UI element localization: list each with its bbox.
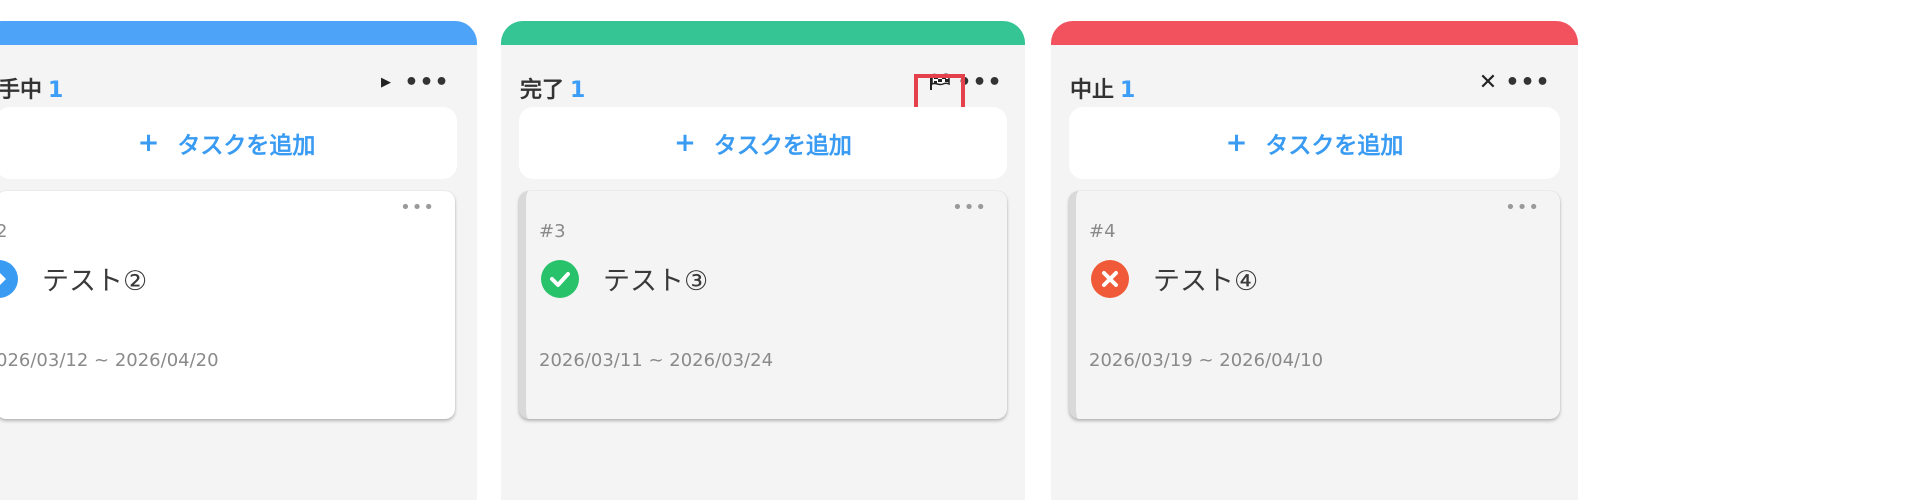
- column-more-button[interactable]: •••: [404, 68, 448, 96]
- task-card[interactable]: ••• 2 テスト② 026/03/12 ~ 2026/04/20: [0, 191, 455, 419]
- task-dates: 026/03/12 ~ 2026/04/20: [0, 350, 219, 371]
- play-icon[interactable]: ▶: [371, 68, 401, 96]
- column-title: 中止 1: [1070, 72, 1135, 104]
- task-title-row: テスト④: [1091, 259, 1258, 298]
- task-card[interactable]: ••• #4 テスト④ 2026/03/19 ~ 2026/04/10: [1069, 191, 1560, 419]
- add-task-label: タスクを追加: [713, 133, 852, 159]
- cancel-circle-icon: [1091, 259, 1129, 298]
- column-in-progress: 手中 1 ▶ ••• + タスクを追加 ••• 2 テスト② 026/03/12 …: [0, 21, 477, 500]
- add-task-label: タスクを追加: [1265, 133, 1404, 159]
- add-task-button[interactable]: + タスクを追加: [0, 107, 457, 179]
- card-more-button[interactable]: •••: [1505, 197, 1540, 218]
- column-count: 1: [48, 78, 64, 103]
- column-cancelled: 中止 1 ✕ ••• + タスクを追加 ••• #4 テスト④ 2026/03/1…: [1051, 21, 1578, 500]
- task-title: テスト③: [603, 266, 709, 297]
- task-title: テスト④: [1153, 266, 1259, 297]
- task-id: 2: [0, 221, 8, 242]
- task-title: テスト②: [42, 266, 148, 297]
- column-title-text: 中止: [1070, 78, 1115, 103]
- column-count: 1: [1120, 78, 1136, 103]
- in-progress-icon: [0, 259, 18, 298]
- plus-icon: +: [137, 128, 160, 158]
- task-id: #4: [1089, 221, 1116, 242]
- task-dates: 2026/03/11 ~ 2026/03/24: [539, 350, 774, 371]
- column-color-bar: [1051, 21, 1578, 45]
- kanban-board: 手中 1 ▶ ••• + タスクを追加 ••• 2 テスト② 026/03/12 …: [0, 0, 1922, 500]
- task-id: #3: [539, 221, 566, 242]
- plus-icon: +: [674, 128, 696, 158]
- add-task-label: タスクを追加: [177, 133, 316, 159]
- column-count: 1: [570, 78, 586, 103]
- column-title-text: 手中: [0, 78, 43, 103]
- column-more-button[interactable]: •••: [1505, 68, 1549, 96]
- card-more-button[interactable]: •••: [400, 197, 435, 218]
- task-title-row: テスト②: [0, 259, 147, 298]
- card-more-button[interactable]: •••: [952, 197, 987, 218]
- task-card[interactable]: ••• #3 テスト③ 2026/03/11 ~ 2026/03/24: [519, 191, 1007, 419]
- add-task-button[interactable]: + タスクを追加: [1069, 107, 1560, 179]
- check-circle-icon: [541, 259, 579, 298]
- column-done: 完了 1 ••• + タスクを追加 ••• #3 テスト③ 2026/03/11…: [501, 21, 1025, 500]
- column-title: 手中 1: [0, 72, 63, 104]
- column-title: 完了 1: [520, 72, 585, 104]
- plus-icon: +: [1225, 128, 1248, 158]
- task-dates: 2026/03/19 ~ 2026/04/10: [1089, 350, 1324, 371]
- add-task-button[interactable]: + タスクを追加: [519, 107, 1007, 179]
- task-title-row: テスト③: [541, 259, 708, 298]
- close-icon[interactable]: ✕: [1473, 68, 1503, 96]
- column-color-bar: [0, 21, 477, 45]
- column-color-bar: [501, 21, 1025, 45]
- column-title-text: 完了: [520, 78, 565, 103]
- column-more-button[interactable]: •••: [957, 68, 1001, 96]
